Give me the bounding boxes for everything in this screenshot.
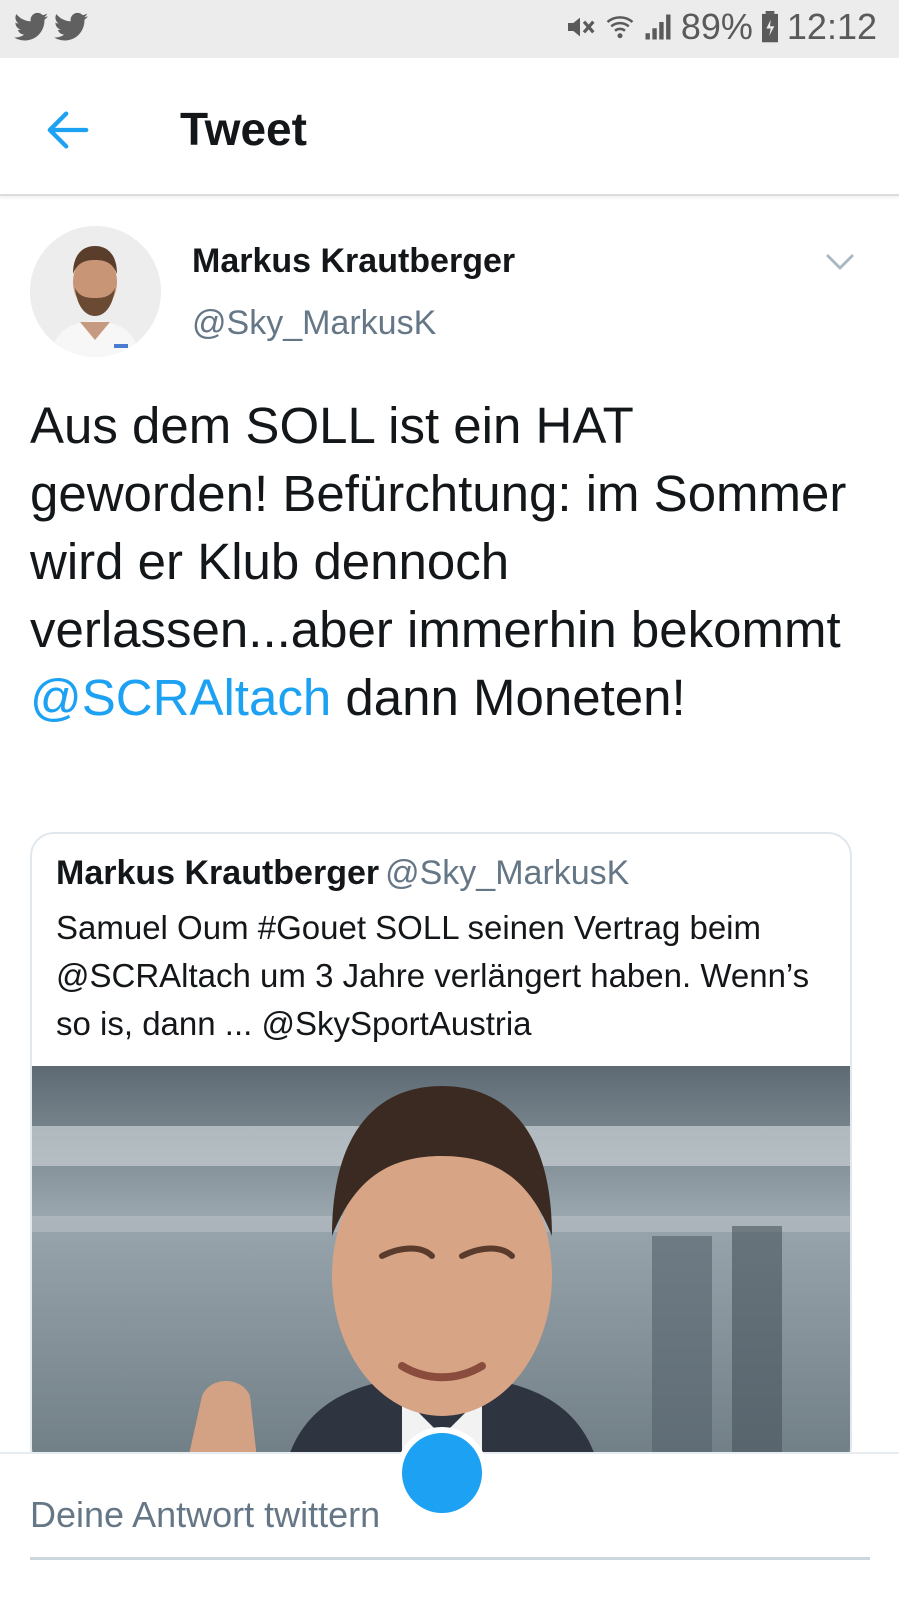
status-bar: 89% 12:12 bbox=[0, 0, 899, 58]
tweet-text-part: dann Moneten! bbox=[331, 669, 686, 726]
mute-icon bbox=[567, 17, 595, 37]
app-header: Tweet bbox=[0, 58, 899, 196]
tweet-options-button[interactable] bbox=[818, 242, 862, 282]
compose-button[interactable] bbox=[396, 1427, 488, 1519]
chevron-down-icon bbox=[826, 254, 854, 270]
quoted-tweet-text: Samuel Oum #Gouet SOLL seinen Vertrag be… bbox=[56, 909, 810, 1042]
tweet-text-part: Aus dem SOLL ist ein HAT geworden! Befür… bbox=[30, 397, 847, 658]
twitter-icon bbox=[54, 12, 88, 41]
quoted-tweet-media[interactable] bbox=[32, 1066, 850, 1470]
tweet-text: Aus dem SOLL ist ein HAT geworden! Befür… bbox=[30, 392, 870, 732]
signal-icon bbox=[645, 14, 671, 40]
battery-percent: 89% bbox=[680, 6, 753, 47]
quoted-author-handle: @Sky_MarkusK bbox=[385, 854, 630, 892]
clock: 12:12 bbox=[786, 6, 877, 47]
author-handle[interactable]: @Sky_MarkusK bbox=[192, 304, 436, 343]
battery-icon bbox=[761, 11, 778, 43]
system-status: 89% 12:12 bbox=[563, 6, 877, 48]
wifi-icon bbox=[606, 16, 634, 39]
avatar[interactable] bbox=[30, 226, 161, 357]
mention-link[interactable]: @SCRAltach bbox=[30, 669, 331, 726]
quoted-author-name: Markus Krautberger bbox=[56, 854, 380, 892]
avatar-photo bbox=[30, 226, 161, 357]
twitter-icon bbox=[14, 12, 48, 41]
back-button[interactable] bbox=[40, 102, 96, 158]
quoted-tweet[interactable]: Markus Krautberger @Sky_MarkusK Samuel Ou… bbox=[30, 832, 852, 1472]
author-name[interactable]: Markus Krautberger bbox=[192, 242, 515, 281]
page-title: Tweet bbox=[180, 103, 307, 155]
quoted-tweet-header: Markus Krautberger @Sky_MarkusK bbox=[56, 854, 629, 893]
notification-icons bbox=[14, 12, 88, 42]
arrow-left-icon bbox=[47, 111, 89, 149]
gif-preview bbox=[32, 1066, 850, 1470]
